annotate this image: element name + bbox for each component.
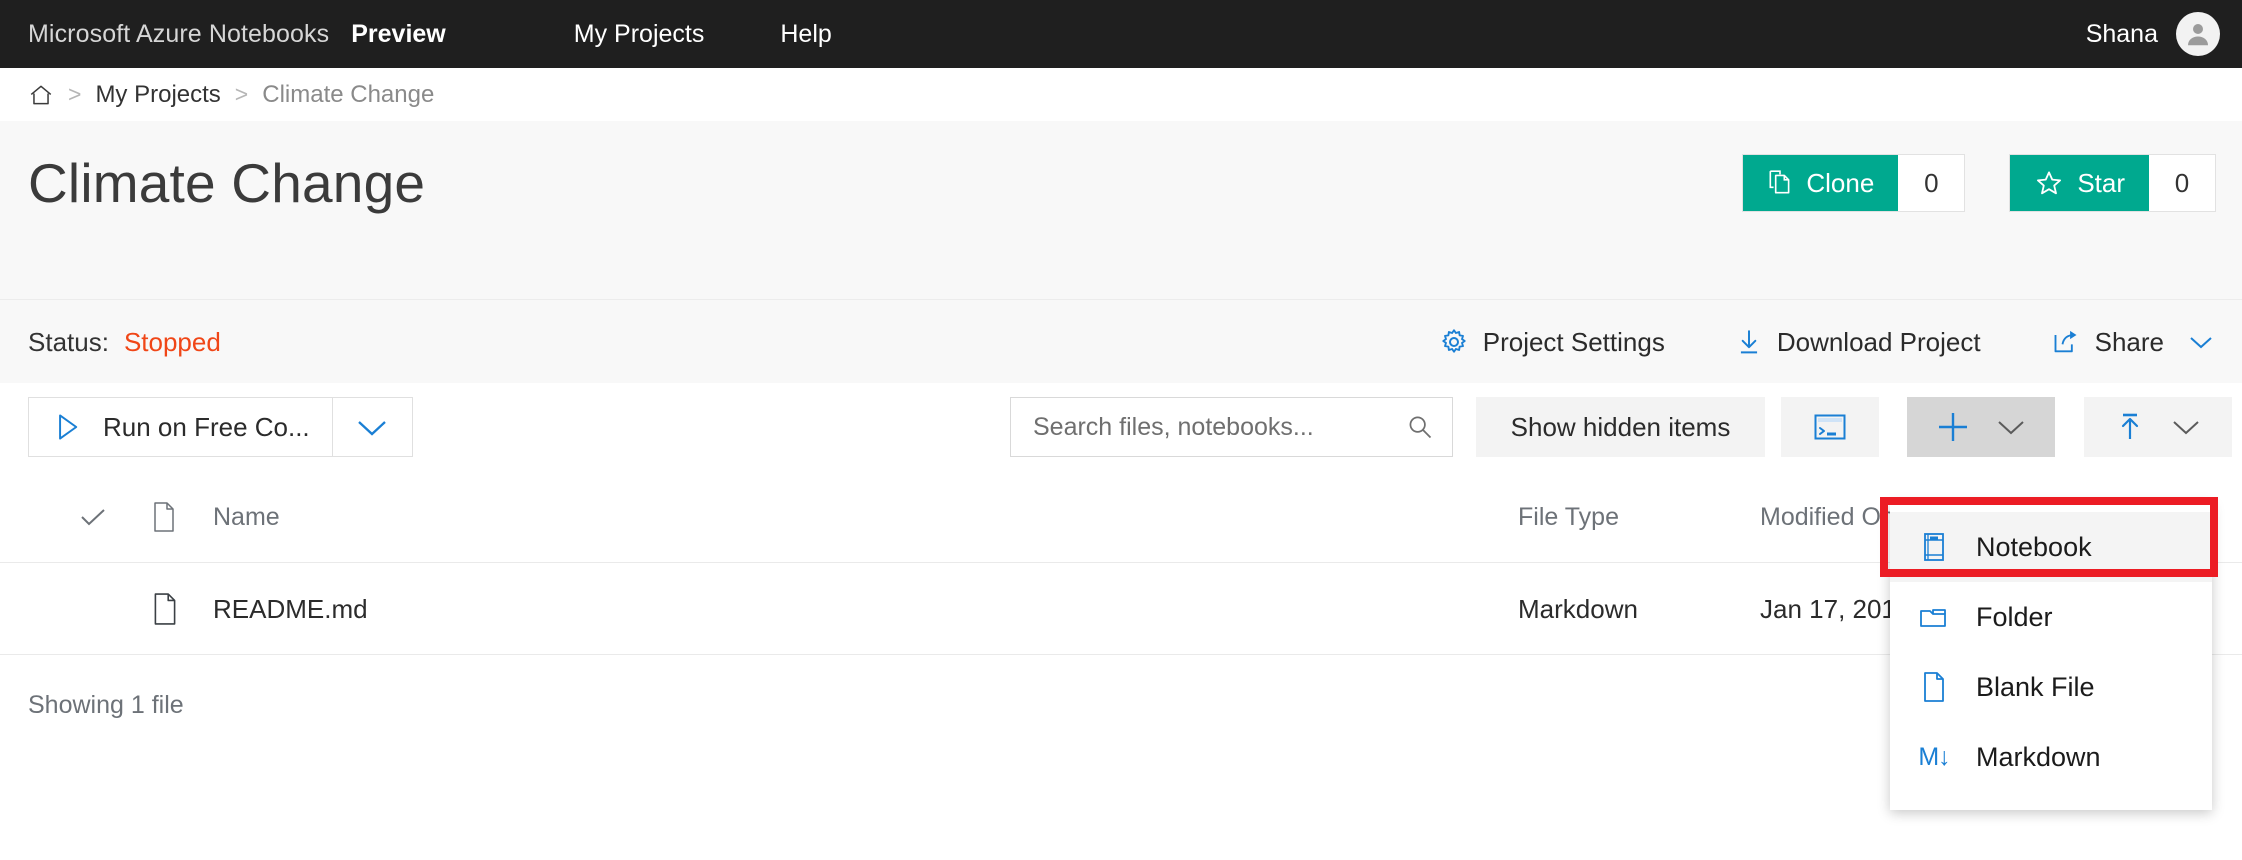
row-file-icon-cell [152, 563, 178, 655]
row-file-name[interactable]: README.md [213, 563, 368, 655]
file-toolbar: Run on Free Co... Show hidden items [0, 383, 2242, 471]
notebook-icon [1918, 532, 1950, 562]
terminal-icon [1814, 414, 1846, 440]
download-project-label: Download Project [1776, 326, 1981, 357]
status-group: Status: Stopped [28, 300, 221, 384]
nav-link-my-projects[interactable]: My Projects [574, 20, 705, 49]
menu-item-folder[interactable]: Folder [1890, 582, 2212, 652]
user-account-area[interactable]: Shana [2086, 0, 2220, 68]
copy-icon [1769, 170, 1790, 194]
project-settings-button[interactable]: Project Settings [1439, 327, 1665, 358]
clone-control: Clone 0 [1742, 154, 1966, 212]
clone-count: 0 [1898, 155, 1965, 211]
blank-file-icon [1918, 672, 1950, 702]
status-actions-group: Project Settings Download Project Share [1439, 300, 2214, 384]
upload-icon [2121, 413, 2139, 439]
project-header-band: Climate Change Clone 0 Star 0 [0, 121, 2242, 299]
chevron-down-icon[interactable] [1996, 417, 2026, 437]
plus-icon [1939, 413, 1967, 441]
top-navigation-bar: Microsoft Azure Notebooks Preview My Pro… [0, 0, 2242, 68]
select-all-column-header[interactable] [78, 471, 108, 563]
gear-icon [1442, 329, 1466, 353]
star-icon [2037, 170, 2062, 194]
menu-item-notebook[interactable]: Notebook [1890, 512, 2212, 582]
home-icon [30, 85, 52, 104]
modified-on-column-header[interactable]: Modified On [1760, 471, 1895, 563]
show-hidden-items-label: Show hidden items [1510, 411, 1731, 442]
new-item-dropdown-menu: Notebook Folder Blank File M↓ Markdown [1890, 502, 2212, 810]
chevron-down-icon [2190, 337, 2212, 349]
markdown-icon: M↓ [1918, 742, 1950, 771]
star-count: 0 [2149, 155, 2215, 211]
share-button[interactable]: Share [2051, 327, 2214, 358]
star-button[interactable]: Star [2010, 155, 2149, 211]
clone-button-label: Clone [1806, 167, 1875, 198]
folder-icon [1918, 604, 1950, 630]
nav-link-help[interactable]: Help [780, 20, 831, 49]
user-name-label: Shana [2085, 19, 2158, 48]
preview-badge: Preview [351, 19, 446, 48]
play-icon [59, 414, 78, 440]
run-button-label: Run on Free Co... [103, 411, 310, 442]
share-icon [2054, 330, 2077, 353]
file-count-footer: Showing 1 file [28, 690, 184, 719]
share-label: Share [2094, 326, 2164, 357]
clone-button[interactable]: Clone [1743, 155, 1899, 211]
project-social-actions: Clone 0 Star 0 [1742, 154, 2216, 212]
breadcrumb-separator-2: > [234, 81, 249, 107]
breadcrumb-current-page: Climate Change [262, 80, 435, 108]
breadcrumb-separator-1: > [68, 81, 82, 107]
status-badge: Stopped [123, 326, 221, 357]
terminal-button[interactable] [1781, 397, 1879, 457]
file-icon [154, 502, 174, 532]
row-modified-on: Jan 17, 201 [1760, 593, 1896, 624]
menu-item-blank-file-label: Blank File [1976, 671, 2095, 702]
show-hidden-items-button[interactable]: Show hidden items [1476, 397, 1765, 457]
share-caret[interactable] [2188, 333, 2214, 351]
checkmark-icon [81, 509, 105, 526]
search-files-box[interactable] [1010, 397, 1453, 457]
search-icon[interactable] [1406, 413, 1434, 441]
chevron-down-icon [358, 421, 386, 436]
download-icon [1740, 330, 1757, 354]
app-brand-title: Microsoft Azure Notebooks [28, 19, 330, 48]
run-on-free-compute-button[interactable]: Run on Free Co... [29, 398, 332, 456]
new-item-button[interactable] [1907, 397, 2055, 457]
search-input[interactable] [1033, 412, 1406, 442]
page-root: Microsoft Azure Notebooks Preview My Pro… [0, 0, 2242, 860]
file-type-column-header-icon[interactable] [152, 471, 176, 563]
status-label: Status: [28, 326, 109, 357]
menu-item-folder-label: Folder [1976, 601, 2053, 632]
name-column-header[interactable]: Name [213, 471, 280, 563]
avatar[interactable] [2176, 12, 2220, 56]
upload-button[interactable] [2084, 397, 2232, 457]
download-project-button[interactable]: Download Project [1735, 327, 1981, 358]
breadcrumb: > My Projects > Climate Change [0, 68, 2242, 121]
breadcrumb-home-link[interactable] [28, 82, 54, 108]
person-icon [2188, 24, 2208, 46]
row-file-type: Markdown [1518, 593, 1638, 624]
run-dropdown-toggle[interactable] [331, 398, 412, 456]
run-split-button: Run on Free Co... [28, 397, 413, 457]
menu-item-blank-file[interactable]: Blank File [1890, 652, 2212, 722]
chevron-down-icon[interactable] [2171, 417, 2201, 437]
star-button-label: Star [2077, 167, 2125, 198]
project-status-bar: Status: Stopped Project Settings Downloa… [0, 299, 2242, 383]
project-settings-label: Project Settings [1482, 326, 1665, 357]
page-title: Climate Change [28, 152, 426, 214]
file-icon [154, 593, 176, 625]
star-control: Star 0 [2009, 154, 2216, 212]
menu-item-notebook-label: Notebook [1976, 531, 2092, 562]
menu-item-markdown[interactable]: M↓ Markdown [1890, 722, 2212, 792]
breadcrumb-link-my-projects[interactable]: My Projects [95, 81, 220, 109]
file-type-column-header[interactable]: File Type [1518, 471, 1619, 563]
menu-item-markdown-label: Markdown [1976, 741, 2101, 772]
